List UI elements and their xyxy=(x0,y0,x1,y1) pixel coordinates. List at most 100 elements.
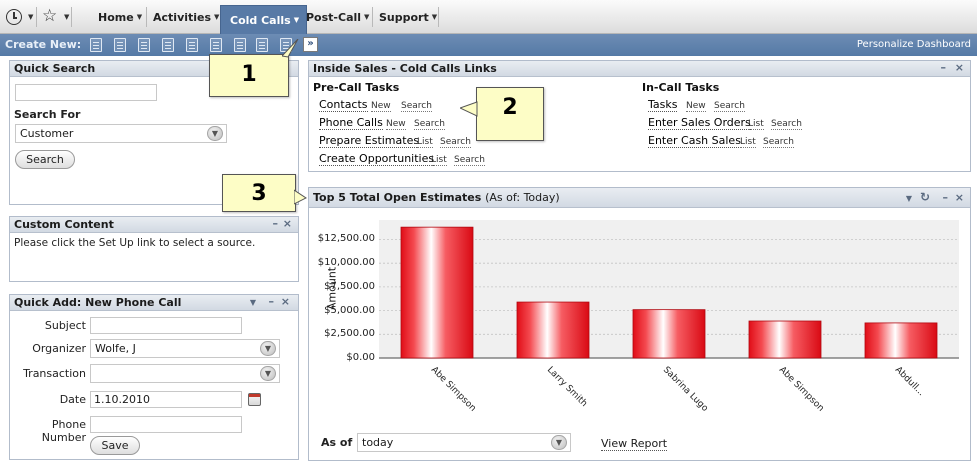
save-button[interactable]: Save xyxy=(90,436,140,455)
close-icon[interactable]: × xyxy=(955,191,964,204)
chart-bar[interactable] xyxy=(864,322,938,359)
as-of-select[interactable]: today ▼ xyxy=(357,433,571,452)
link-create-opportunities-list[interactable]: List xyxy=(431,155,447,166)
minimize-icon[interactable]: – xyxy=(269,295,275,308)
new-record-icon[interactable] xyxy=(162,38,174,52)
calendar-icon[interactable] xyxy=(248,393,261,406)
nav-activities[interactable]: Activities ▼ xyxy=(153,6,219,28)
chevron-down-icon[interactable]: ▼ xyxy=(906,194,912,203)
recent-records-chevron-icon[interactable]: ▼ xyxy=(28,13,33,21)
close-icon[interactable]: × xyxy=(955,61,964,74)
top-navigation: ▼ ☆ ▼ Home ▼ Activities ▼ Cold Calls ▼ Post… xyxy=(0,0,977,34)
search-for-value: Customer xyxy=(20,127,74,140)
y-tick-label: $7,500.00 xyxy=(324,280,375,292)
close-icon[interactable]: × xyxy=(283,217,292,230)
new-record-icon[interactable] xyxy=(114,38,126,52)
nav-post-call-label: Post-Call xyxy=(306,10,362,24)
link-enter-cash-sales-list[interactable]: List xyxy=(740,137,756,148)
x-tick-label: Abe Simpson xyxy=(777,365,826,414)
search-for-label: Search For xyxy=(14,108,81,121)
organizer-value: Wolfe, J xyxy=(95,342,136,355)
close-icon[interactable]: × xyxy=(281,295,290,308)
recent-records-icon[interactable] xyxy=(6,9,22,25)
x-tick-label: Sabrina Lugo xyxy=(661,365,710,414)
new-record-icon[interactable] xyxy=(210,38,222,52)
chevron-down-icon[interactable]: ▼ xyxy=(250,298,256,307)
y-tick-label: $10,000.00 xyxy=(317,257,375,269)
as-of-label: As of xyxy=(321,436,353,449)
favorites-chevron-icon[interactable]: ▼ xyxy=(64,13,69,21)
estimates-title-suffix: (As of: Today) xyxy=(485,191,560,204)
link-phone-calls-new[interactable]: New xyxy=(386,119,406,130)
search-button[interactable]: Search xyxy=(15,150,75,169)
precall-heading: Pre-Call Tasks xyxy=(313,81,400,94)
link-tasks-new[interactable]: New xyxy=(686,101,706,112)
view-report-link[interactable]: View Report xyxy=(601,438,668,451)
link-enter-sales-orders[interactable]: Enter Sales Orders xyxy=(648,117,751,130)
more-create-icons-button[interactable]: » xyxy=(303,37,318,52)
organizer-label: Organizer xyxy=(32,342,86,355)
phone-number-input[interactable] xyxy=(90,416,242,433)
transaction-select[interactable]: ▼ xyxy=(90,364,280,383)
refresh-icon[interactable]: ↻ xyxy=(920,190,930,204)
nav-cold-calls[interactable]: Cold Calls ▼ xyxy=(220,5,308,34)
link-tasks[interactable]: Tasks xyxy=(648,99,678,112)
new-record-icon[interactable] xyxy=(186,38,198,52)
minimize-icon[interactable]: – xyxy=(943,191,949,204)
dropdown-arrow-icon[interactable]: ▼ xyxy=(207,126,223,141)
chart-bar[interactable] xyxy=(400,226,474,359)
y-axis-label: Amount xyxy=(325,266,339,311)
new-record-icon[interactable] xyxy=(90,38,102,52)
incall-heading: In-Call Tasks xyxy=(642,81,720,94)
link-enter-sales-orders-search[interactable]: Search xyxy=(771,119,802,130)
link-prepare-estimates[interactable]: Prepare Estimates xyxy=(319,135,420,148)
quick-search-input[interactable] xyxy=(15,84,157,101)
favorites-star-icon[interactable]: ☆ xyxy=(42,6,57,26)
nav-post-call[interactable]: Post-Call ▼ xyxy=(306,6,369,28)
link-create-opportunities-search[interactable]: Search xyxy=(454,155,485,166)
cold-calls-links-portlet: Inside Sales - Cold Calls Links × – Pre-… xyxy=(308,60,971,172)
dropdown-arrow-icon[interactable]: ▼ xyxy=(260,366,276,381)
link-prepare-estimates-search[interactable]: Search xyxy=(440,137,471,148)
nav-home[interactable]: Home ▼ xyxy=(98,6,142,28)
as-of-value: today xyxy=(362,436,394,449)
chart-bar[interactable] xyxy=(516,301,590,359)
callout-2-pointer xyxy=(460,101,478,117)
link-contacts-new[interactable]: New xyxy=(371,101,391,112)
new-record-icon[interactable] xyxy=(234,38,246,52)
callout-2: 2 xyxy=(476,87,544,141)
link-enter-cash-sales-search[interactable]: Search xyxy=(763,137,794,148)
new-record-icon[interactable] xyxy=(138,38,150,52)
create-new-label: Create New: xyxy=(5,38,82,51)
link-contacts-search[interactable]: Search xyxy=(401,101,432,112)
dropdown-arrow-icon[interactable]: ▼ xyxy=(260,341,276,356)
link-enter-cash-sales[interactable]: Enter Cash Sales xyxy=(648,135,741,148)
link-enter-sales-orders-list[interactable]: List xyxy=(748,119,764,130)
minimize-icon[interactable]: – xyxy=(941,61,947,74)
nav-support[interactable]: Support ▼ xyxy=(379,6,437,28)
nav-activities-label: Activities xyxy=(153,10,212,24)
minimize-icon[interactable]: – xyxy=(273,217,279,230)
link-tasks-search[interactable]: Search xyxy=(714,101,745,112)
nav-cold-calls-label: Cold Calls xyxy=(230,13,291,27)
estimates-bar-chart: Abe Simpson Larry Smith Sabrina Lugo Abe Si… xyxy=(379,220,959,414)
y-tick-label: $2,500.00 xyxy=(324,328,375,340)
link-phone-calls[interactable]: Phone Calls xyxy=(319,117,383,130)
link-contacts[interactable]: Contacts xyxy=(319,99,368,112)
phone-number-label: Phone Number xyxy=(41,418,86,444)
dropdown-arrow-icon[interactable]: ▼ xyxy=(551,435,567,450)
link-prepare-estimates-list[interactable]: List xyxy=(417,137,433,148)
personalize-dashboard-link[interactable]: Personalize Dashboard xyxy=(857,39,971,50)
search-for-select[interactable]: Customer ▼ xyxy=(15,124,227,143)
date-input[interactable]: 1.10.2010 xyxy=(90,391,242,408)
chart-bar[interactable] xyxy=(632,309,706,359)
nav-support-label: Support xyxy=(379,10,429,24)
new-record-icon[interactable] xyxy=(256,38,268,52)
link-phone-calls-search[interactable]: Search xyxy=(414,119,445,130)
create-new-bar: Create New: Personalize Dashboard xyxy=(0,34,977,56)
chart-bar[interactable] xyxy=(748,320,822,359)
subject-input[interactable] xyxy=(90,317,242,334)
estimates-portlet-title: Top 5 Total Open Estimates (As of: Today… xyxy=(309,188,970,208)
organizer-select[interactable]: Wolfe, J ▼ xyxy=(90,339,280,358)
link-create-opportunities[interactable]: Create Opportunities xyxy=(319,153,435,166)
